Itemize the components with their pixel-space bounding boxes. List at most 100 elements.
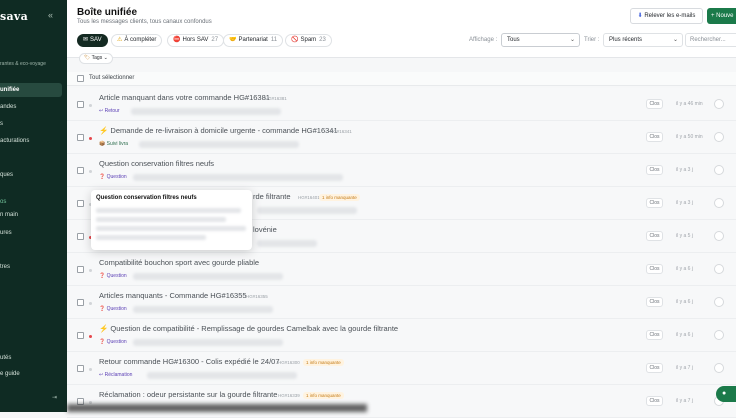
assignee-avatar[interactable] [714,198,724,208]
category-tag: ❓ Question [99,306,127,312]
sidebar-section-label: os [0,199,7,205]
assignee-avatar[interactable] [714,363,724,373]
chip-off-sav[interactable]: ⛔ Hors SAV 27 [167,34,225,47]
row-checkbox[interactable] [77,167,84,174]
read-indicator [89,368,92,371]
no-entry-icon: ⛔ [173,37,181,43]
message-row[interactable]: Articles manquants - Commande HG#16355 H… [67,286,736,319]
timestamp: il y a 3 j [676,167,693,173]
status-badge[interactable]: Clos [646,99,663,109]
order-ref: HG#16339 [278,393,300,398]
chip-to-complete[interactable]: ⚠ À compléter [111,34,163,47]
pin-icon[interactable]: ● [716,386,736,402]
redacted-preview [133,339,283,346]
redacted-footer [67,404,367,412]
assignee-avatar[interactable] [714,132,724,142]
row-checkbox[interactable] [77,266,84,273]
missing-info-badge: 1 info manquante [303,392,344,399]
sidebar-item-9[interactable]: tres [0,260,10,274]
redacted-preview [139,141,299,148]
tags-filter[interactable]: 🏷 Tags ⌄ [79,53,113,64]
logout-icon[interactable]: ⇥ [52,394,57,401]
sidebar-item-invoicing[interactable]: acturations [0,134,29,148]
assignee-avatar[interactable] [714,297,724,307]
message-subject: Article manquant dans votre commande HG#… [99,93,270,102]
sidebar-item-5[interactable]: ques [0,168,13,182]
inbox-header: Boîte unifiée Tous les messages clients,… [67,0,736,58]
read-indicator [89,302,92,305]
read-indicator [89,170,92,173]
collapse-sidebar-icon[interactable]: « [48,10,53,20]
message-subject: Retour commande HG#16300 - Colis expédié… [99,357,280,366]
status-badge[interactable]: Clos [646,132,663,142]
sidebar-item-8[interactable]: ures [0,226,12,240]
message-row[interactable]: Compatibilité bouchon sport avec gourde … [67,253,736,286]
chip-sav[interactable]: ✉ SAV [77,34,108,47]
row-checkbox[interactable] [77,134,84,141]
sidebar-item-10[interactable]: utés [0,351,11,365]
category-tag: ❓ Question [99,273,127,279]
assignee-avatar[interactable] [714,264,724,274]
envelope-icon: ✉ [83,37,89,43]
timestamp: il y a 3 j [676,200,693,206]
redacted-preview [96,235,206,240]
timestamp: il y a 7 j [676,398,693,404]
assignee-avatar[interactable] [714,330,724,340]
message-row[interactable]: Question conservation filtres neufs ❓ Qu… [67,154,736,187]
handshake-icon: 🤝 [229,37,237,43]
redacted-preview [96,226,246,231]
assignee-avatar[interactable] [714,231,724,241]
order-ref: HG#16300 [278,360,300,365]
sidebar-item-3[interactable]: s [0,117,3,131]
sidebar-item-7[interactable]: n main [0,208,18,222]
status-badge[interactable]: Clos [646,330,663,340]
category-tag: ❓ Question [99,339,127,345]
message-row[interactable]: Réclamation : odeur persistante sur la g… [67,385,736,418]
status-badge[interactable]: Clos [646,198,663,208]
order-ref: HG#16355 [246,294,268,299]
status-badge[interactable]: Clos [646,297,663,307]
status-badge[interactable]: Clos [646,264,663,274]
row-checkbox[interactable] [77,365,84,372]
redacted-preview [96,217,226,222]
message-row[interactable]: ⚡ Question de compatibilité - Remplissag… [67,319,736,352]
row-checkbox[interactable] [77,101,84,108]
row-checkbox[interactable] [77,299,84,306]
status-badge[interactable]: Clos [646,231,663,241]
display-select[interactable]: Tous ⌄ [501,33,580,47]
status-badge[interactable]: Clos [646,165,663,175]
sidebar-item-orders[interactable]: andes [0,100,16,114]
chip-partnership[interactable]: 🤝 Partenariat 11 [223,34,284,47]
assignee-avatar[interactable] [714,99,724,109]
chip-spam[interactable]: 🚫 Spam 23 [285,34,332,47]
assignee-avatar[interactable] [714,165,724,175]
sidebar-item-guide[interactable]: e guide [0,367,20,381]
search-input[interactable]: Rechercher... [685,33,736,47]
select-all-checkbox[interactable] [77,75,84,82]
new-button[interactable]: + Nouve [707,8,736,24]
order-ref: HG#16381 [265,96,287,101]
message-row[interactable]: Retour commande HG#16300 - Colis expédié… [67,352,736,385]
message-subject: ⚡ Demande de re-livraison à domicile urg… [99,126,338,135]
timestamp: il y a 7 j [676,365,693,371]
status-badge[interactable]: Clos [646,363,663,373]
chevron-down-icon: ⌄ [569,37,575,43]
row-checkbox[interactable] [77,233,84,240]
page-subtitle: Tous les messages clients, tous canaux c… [77,19,212,25]
sort-select[interactable]: Plus récents ⌄ [603,33,683,47]
message-row[interactable]: ⚡ Demande de re-livraison à domicile urg… [67,121,736,154]
chevron-down-icon: ⌄ [672,37,678,43]
status-badge[interactable]: Clos [646,396,663,406]
message-row[interactable]: Article manquant dans votre commande HG#… [67,88,736,121]
timestamp: il y a 5 j [676,233,693,239]
select-all-bar: Tout sélectionner [67,72,736,86]
order-ref: HG#16401 [298,195,320,200]
redacted-preview [257,207,357,214]
row-checkbox[interactable] [77,332,84,339]
fetch-emails-button[interactable]: ⬇ Relever les e-mails [630,8,703,24]
sidebar-item-inbox[interactable]: unifiée [0,83,62,97]
message-preview-popover: Question conservation filtres neufs [91,190,252,250]
row-checkbox[interactable] [77,200,84,207]
redacted-preview [131,108,281,115]
chevron-down-icon: ⌄ [102,55,108,61]
